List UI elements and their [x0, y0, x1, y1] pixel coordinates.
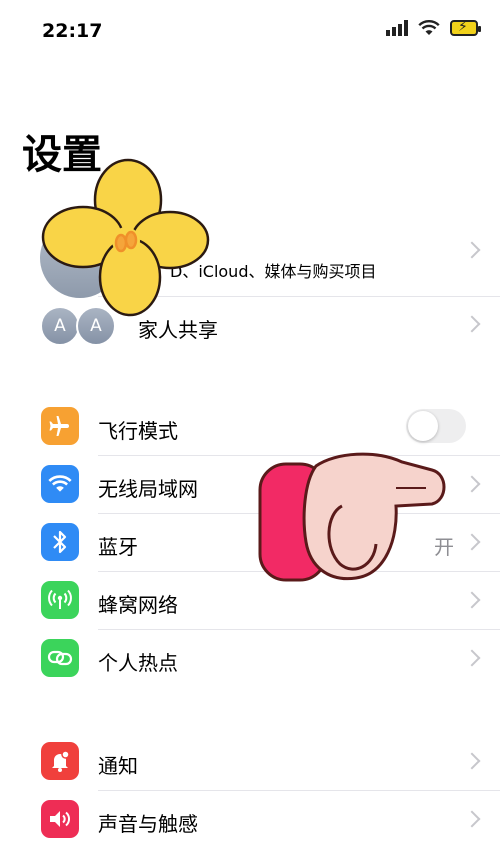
hotspot-icon [41, 639, 79, 677]
status-icons: ⚡ [386, 19, 481, 36]
sounds-label: 声音与触感 [98, 812, 198, 836]
sound-icon [41, 800, 79, 838]
toggle-knob [408, 411, 438, 441]
flower-sticker [41, 158, 210, 317]
chevron-right-icon [463, 241, 481, 259]
hotspot-row[interactable]: 个人热点 [0, 630, 500, 686]
wifi-status-icon [418, 20, 440, 35]
cellular-signal-icon [386, 20, 408, 36]
airplane-mode-label: 飞行模式 [98, 419, 178, 443]
chevron-right-icon [463, 315, 481, 333]
wifi-icon [41, 465, 79, 503]
pointing-hand-sticker [258, 452, 446, 582]
notifications-row[interactable]: 通知 [0, 733, 500, 789]
airplane-mode-toggle[interactable] [406, 409, 466, 443]
hotspot-label: 个人热点 [98, 651, 178, 675]
sounds-row[interactable]: 声音与触感 [0, 791, 500, 847]
bluetooth-label: 蓝牙 [98, 535, 138, 559]
chevron-right-icon [463, 533, 481, 551]
wifi-label: 无线局域网 [98, 477, 198, 501]
airplane-mode-row: 飞行模式 [0, 398, 500, 454]
notifications-label: 通知 [98, 754, 138, 778]
cellular-icon [41, 581, 79, 619]
airplane-icon [41, 407, 79, 445]
notification-icon [41, 742, 79, 780]
chevron-right-icon [463, 591, 481, 609]
bluetooth-icon [41, 523, 79, 561]
chevron-right-icon [463, 649, 481, 667]
chevron-right-icon [463, 810, 481, 828]
status-bar: 22:17 ⚡ [0, 0, 500, 60]
chevron-right-icon [463, 752, 481, 770]
battery-icon: ⚡ [450, 19, 481, 36]
cellular-label: 蜂窝网络 [98, 593, 178, 617]
chevron-right-icon [463, 475, 481, 493]
status-time: 22:17 [42, 20, 103, 42]
